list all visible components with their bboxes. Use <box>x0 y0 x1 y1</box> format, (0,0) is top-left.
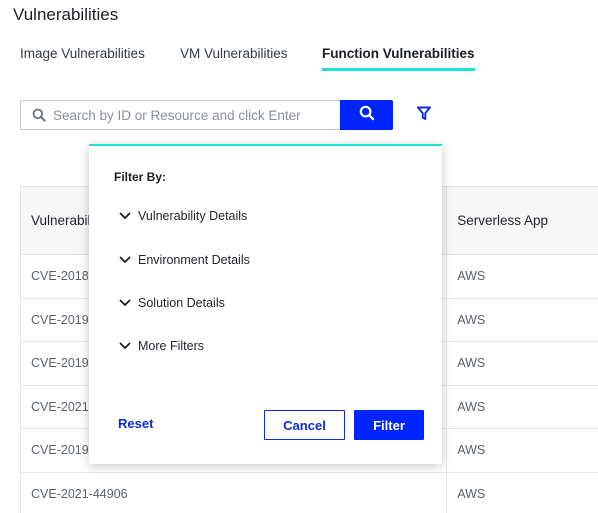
search-icon <box>359 105 375 126</box>
filter-funnel-icon <box>417 106 431 126</box>
serverless-app-cell: AWS <box>446 384 598 429</box>
page-title: Vulnerabilities <box>13 5 119 24</box>
filter-panel: Filter By: Vulnerability Details Environ… <box>89 144 442 464</box>
filter-panel-title: Filter By: <box>114 170 167 184</box>
serverless-app-cell: AWS <box>446 428 598 473</box>
tab-vm-vulnerabilities[interactable]: VM Vulnerabilities <box>180 46 288 61</box>
chevron-down-icon <box>119 253 133 267</box>
chevron-down-icon <box>119 296 133 310</box>
search-input[interactable] <box>53 102 338 128</box>
search-icon <box>32 108 46 127</box>
apply-filter-button[interactable]: Filter <box>354 410 424 440</box>
filter-section-environment-details[interactable]: Environment Details <box>119 251 250 269</box>
serverless-app-cell: AWS <box>446 254 598 299</box>
filter-section-solution-details[interactable]: Solution Details <box>119 294 225 312</box>
reset-link[interactable]: Reset <box>118 416 153 431</box>
filter-section-more-filters[interactable]: More Filters <box>119 337 204 355</box>
tab-function-vulnerabilities[interactable]: Function Vulnerabilities <box>322 46 475 71</box>
cve-id-cell: CVE-2021-44906 <box>19 471 448 513</box>
chevron-down-icon <box>119 209 133 223</box>
filter-section-label: Solution Details <box>138 296 225 310</box>
filter-section-label: More Filters <box>138 339 204 353</box>
serverless-app-cell: AWS <box>446 341 598 386</box>
table-row[interactable]: CVE-2021-44906 AWS <box>19 471 598 513</box>
serverless-app-cell: AWS <box>446 297 598 342</box>
search-button[interactable] <box>340 100 393 130</box>
search-box <box>20 100 340 130</box>
column-header-serverless-app[interactable]: Serverless App <box>446 186 598 255</box>
filter-section-vulnerability-details[interactable]: Vulnerability Details <box>119 207 247 225</box>
serverless-app-cell: AWS <box>446 471 598 513</box>
cancel-button[interactable]: Cancel <box>264 410 345 440</box>
filter-section-label: Environment Details <box>138 253 250 267</box>
filter-section-label: Vulnerability Details <box>138 209 248 223</box>
tab-image-vulnerabilities[interactable]: Image Vulnerabilities <box>20 46 145 61</box>
chevron-down-icon <box>119 339 133 353</box>
filter-toggle-button[interactable] <box>414 106 434 126</box>
